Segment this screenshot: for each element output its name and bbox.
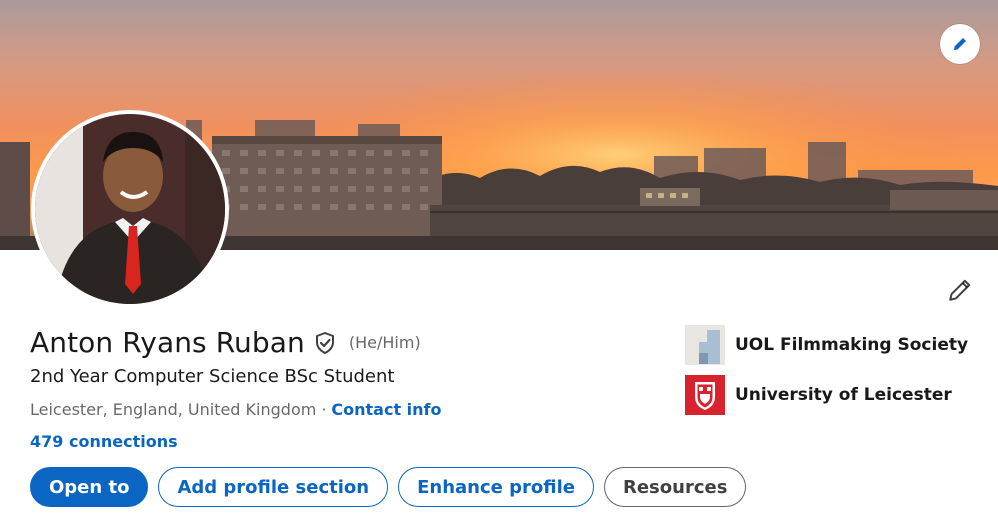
pronouns: (He/Him): [348, 333, 421, 352]
location-row: Leicester, England, United Kingdom · Conta…: [30, 400, 442, 419]
connections-link[interactable]: 479 connections: [30, 432, 178, 451]
location-text: Leicester, England, United Kingdom: [30, 400, 317, 419]
profile-headline: 2nd Year Computer Science BSc Student: [30, 366, 395, 387]
org-uol-filmmaking-society[interactable]: UOL Filmmaking Society: [685, 325, 968, 365]
avatar: [35, 114, 225, 304]
profile-top-card: Anton Ryans Ruban (He/Him) 2nd Year Comp…: [0, 0, 998, 531]
shield-check-icon[interactable]: [313, 331, 337, 355]
name-row: Anton Ryans Ruban (He/Him): [30, 326, 421, 359]
resources-button[interactable]: Resources: [603, 467, 747, 507]
org-university-of-leicester[interactable]: University of Leicester: [685, 375, 968, 415]
organizations-list: UOL Filmmaking Society University of Lei…: [685, 325, 968, 425]
profile-photo[interactable]: [31, 110, 229, 308]
add-profile-section-button[interactable]: Add profile section: [158, 467, 389, 507]
filmmaking-society-logo: [685, 325, 725, 365]
pencil-icon: [954, 38, 966, 50]
org-name: University of Leicester: [735, 385, 952, 405]
separator-dot: ·: [321, 400, 327, 419]
open-to-button[interactable]: Open to: [30, 467, 149, 507]
university-of-leicester-logo: [685, 375, 725, 415]
enhance-profile-button[interactable]: Enhance profile: [398, 467, 594, 507]
org-name: UOL Filmmaking Society: [735, 335, 969, 355]
edit-banner-button[interactable]: [940, 24, 980, 64]
contact-info-link[interactable]: Contact info: [331, 400, 441, 419]
edit-intro-button[interactable]: [940, 270, 980, 310]
profile-name: Anton Ryans Ruban: [30, 326, 305, 359]
profile-actions: Open to Add profile section Enhance prof…: [30, 467, 747, 507]
pencil-icon: [949, 279, 971, 301]
